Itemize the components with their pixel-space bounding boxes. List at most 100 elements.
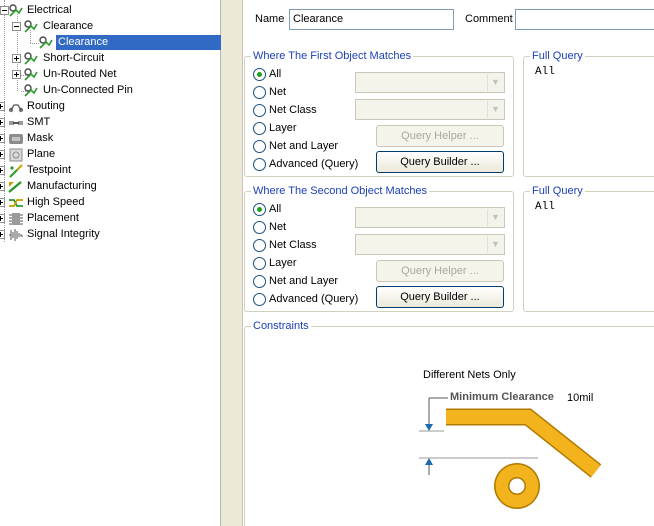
short-circuit-rule-icon [24, 52, 38, 65]
comment-input[interactable] [515, 9, 654, 30]
second-net-class-select[interactable]: ▼ [355, 234, 505, 255]
radio-dot [253, 221, 266, 234]
tree-item-label: Electrical [27, 4, 72, 16]
tree-item-manufacturing[interactable]: Manufacturing [0, 179, 221, 195]
second-full-query-text: All [535, 201, 555, 213]
second-full-query-title: Full Query [530, 184, 585, 198]
testpoint-rule-icon [9, 164, 23, 178]
tree-item-un-routed-net[interactable]: Un-Routed Net [0, 67, 221, 83]
tree-item-plane[interactable]: Plane [0, 147, 221, 163]
first-full-query-group: Full Query All [523, 49, 654, 177]
tree-item-label: Routing [27, 100, 65, 112]
second-radio-net[interactable]: Net [253, 219, 286, 235]
radio-label: Layer [269, 257, 297, 269]
expand-icon[interactable] [0, 166, 5, 175]
tree-item-testpoint[interactable]: Testpoint [0, 163, 221, 179]
expand-icon[interactable] [0, 182, 5, 191]
tree-item-label: Testpoint [27, 164, 72, 176]
comment-label: Comment [465, 13, 513, 25]
radio-dot [253, 239, 266, 252]
rule-editor-panel: Name Clearance Comment Where The First O… [243, 0, 654, 526]
radio-dot [253, 293, 266, 306]
first-radio-all[interactable]: All [253, 66, 281, 82]
second-radio-net-and-layer[interactable]: Net and Layer [253, 273, 338, 289]
radio-dot [253, 122, 266, 135]
radio-label: Advanced (Query) [269, 158, 359, 170]
tree-item-label: Plane [27, 148, 56, 160]
radio-label: Net and Layer [269, 140, 339, 152]
tree-item-label: Short-Circuit [43, 52, 105, 64]
expand-icon[interactable] [0, 150, 5, 159]
first-net-select[interactable]: ▼ [355, 72, 505, 93]
expand-icon[interactable] [0, 134, 5, 143]
expand-icon[interactable] [12, 54, 21, 63]
tree-item-label: Manufacturing [27, 180, 97, 192]
radio-label: All [269, 203, 282, 215]
collapse-icon[interactable] [12, 22, 21, 31]
expand-icon[interactable] [0, 214, 5, 223]
second-radio-all[interactable]: All [253, 201, 281, 217]
expand-icon[interactable] [0, 118, 5, 127]
first-full-query-title: Full Query [530, 49, 585, 63]
tree-item-label: Un-Connected Pin [43, 84, 133, 96]
second-query-builder-button[interactable]: Query Builder ... [376, 286, 504, 308]
tree-item-electrical[interactable]: Electrical [0, 3, 221, 19]
tree-item-short-circuit[interactable]: Short-Circuit [0, 51, 221, 67]
tree-item-placement[interactable]: Placement [0, 211, 221, 227]
placement-rule-icon [9, 213, 23, 225]
second-radio-advanced-query[interactable]: Advanced (Query) [253, 291, 358, 307]
expand-icon[interactable] [0, 102, 5, 111]
second-query-helper-button[interactable]: Query Helper ... [376, 260, 504, 282]
radio-label: Net Class [269, 104, 317, 116]
first-query-builder-button[interactable]: Query Builder ... [376, 151, 504, 173]
clearance-diagram [419, 397, 602, 509]
first-query-helper-button[interactable]: Query Helper ... [376, 125, 504, 147]
tree-item-routing[interactable]: Routing [0, 99, 221, 115]
first-radio-layer[interactable]: Layer [253, 120, 297, 136]
tree-item-smt[interactable]: SMT [0, 115, 221, 131]
first-net-class-select[interactable]: ▼ [355, 99, 505, 120]
scope-label: Different Nets Only [423, 369, 516, 381]
second-radio-layer[interactable]: Layer [253, 255, 297, 271]
clearance-rule-icon [24, 20, 38, 33]
tree-item-high-speed[interactable]: High Speed [0, 195, 221, 211]
un-connected-pin-rule-icon [24, 84, 38, 97]
tree-item-label: Clearance [43, 20, 94, 32]
copper-track [446, 408, 602, 478]
constraints-title: Constraints [251, 319, 311, 333]
expand-icon[interactable] [0, 198, 5, 207]
second-radio-net-class[interactable]: Net Class [253, 237, 317, 253]
second-full-query-group: Full Query All [523, 184, 654, 312]
first-radio-net[interactable]: Net [253, 84, 286, 100]
expand-icon[interactable] [12, 70, 21, 79]
radio-label: Net Class [269, 239, 317, 251]
second-object-group-title: Where The Second Object Matches [251, 184, 430, 198]
expand-icon[interactable] [0, 230, 5, 239]
panel-splitter[interactable] [221, 0, 243, 526]
radio-dot [253, 140, 266, 153]
tree-item-un-connected-pin[interactable]: Un-Connected Pin [0, 83, 221, 99]
chevron-down-icon: ▼ [487, 236, 503, 253]
second-object-group: Where The Second Object Matches All Net … [244, 184, 514, 312]
rule-tree[interactable]: Electrical Clearance Clearance Short-Cir… [0, 0, 221, 526]
first-full-query-text: All [535, 66, 555, 78]
radio-label: Net [269, 221, 287, 233]
tree-item-label: High Speed [27, 196, 85, 208]
first-radio-net-class[interactable]: Net Class [253, 102, 317, 118]
tree-item-clearance-group[interactable]: Clearance [0, 19, 221, 35]
clearance-rule-icon [39, 36, 53, 49]
radio-dot [253, 68, 266, 81]
radio-dot [253, 203, 266, 216]
tree-item-clearance-rule[interactable]: Clearance [0, 35, 221, 51]
name-input[interactable]: Clearance [289, 9, 454, 30]
tree-item-label: Clearance [56, 35, 221, 50]
tree-item-signal-integrity[interactable]: Signal Integrity [0, 227, 221, 243]
signal-integrity-rule-icon [9, 229, 23, 241]
radio-label: Net [269, 86, 287, 98]
first-radio-net-and-layer[interactable]: Net and Layer [253, 138, 338, 154]
manufacturing-rule-icon [8, 181, 22, 193]
radio-dot [253, 158, 266, 171]
tree-item-mask[interactable]: Mask [0, 131, 221, 147]
second-net-select[interactable]: ▼ [355, 207, 505, 228]
first-radio-advanced-query[interactable]: Advanced (Query) [253, 156, 358, 172]
